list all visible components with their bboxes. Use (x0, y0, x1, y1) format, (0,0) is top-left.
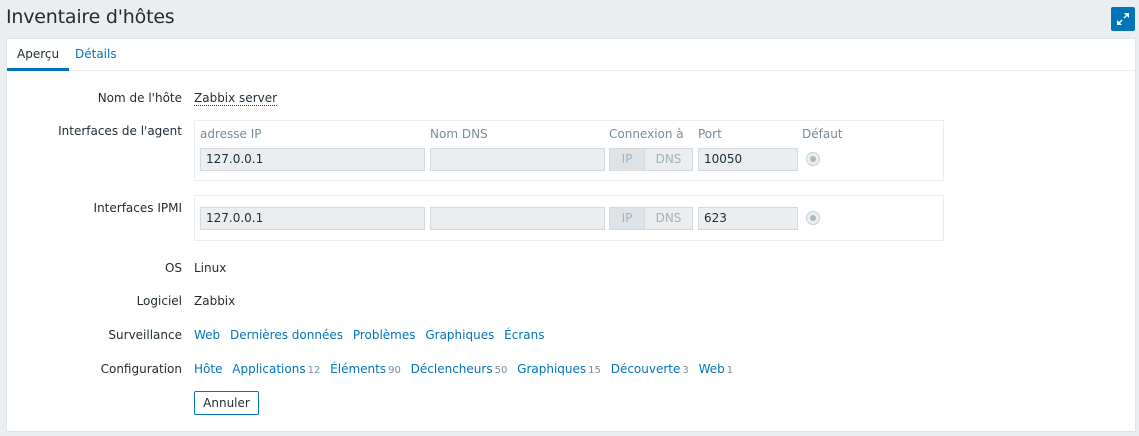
config-count: 12 (307, 365, 321, 376)
tab-overview[interactable]: Aperçu (7, 39, 70, 71)
agent-interfaces-table: adresse IP Nom DNS Connexion à Port Défa… (194, 120, 944, 181)
connect-dns-option[interactable]: DNS (644, 149, 692, 170)
monitoring-link-latest-data[interactable]: Dernières données (230, 328, 343, 342)
config-link-label: Découverte (610, 362, 681, 376)
config-link-applications[interactable]: Applications 12 (232, 362, 320, 376)
connect-ip-option[interactable]: IP (610, 149, 644, 170)
connect-ip-option[interactable]: IP (610, 208, 644, 229)
fullscreen-icon (1117, 13, 1129, 25)
fullscreen-button[interactable] (1111, 7, 1135, 31)
os-label: OS (164, 261, 182, 275)
tab-bar: Aperçu Détails (7, 39, 1135, 71)
software-label: Logiciel (136, 294, 182, 308)
column-header-connect: Connexion à (609, 127, 684, 141)
monitoring-link-web[interactable]: Web (194, 328, 220, 342)
monitoring-links: Web Dernières données Problèmes Graphiqu… (194, 328, 551, 342)
ipmi-connect-toggle[interactable]: IP DNS (609, 207, 693, 230)
tab-details[interactable]: Détails (65, 39, 127, 71)
inventory-card: Aperçu Détails Nom de l'hôte Zabbix serv… (6, 38, 1136, 432)
ipmi-port-field[interactable]: 623 (698, 207, 798, 230)
config-link-triggers[interactable]: Déclencheurs 50 (411, 362, 508, 376)
software-value: Zabbix (194, 294, 236, 308)
monitoring-label: Surveillance (108, 328, 182, 342)
ipmi-default-radio[interactable] (806, 211, 820, 225)
config-count: 90 (388, 365, 401, 376)
column-header-port: Port (698, 127, 722, 141)
config-link-label: Web (698, 362, 725, 376)
cancel-button[interactable]: Annuler (194, 391, 259, 415)
column-header-default: Défaut (802, 127, 843, 141)
monitoring-link-screens[interactable]: Écrans (504, 328, 544, 342)
ipmi-ip-field[interactable]: 127.0.0.1 (200, 207, 425, 230)
monitoring-link-graphs[interactable]: Graphiques (425, 328, 494, 342)
config-link-host[interactable]: Hôte (194, 362, 222, 376)
config-count: 15 (588, 365, 601, 376)
page-title: Inventaire d'hôtes (6, 6, 175, 28)
agent-port-field[interactable]: 10050 (698, 148, 798, 171)
agent-dns-field[interactable] (430, 148, 605, 171)
configuration-links: Hôte Applications 12 Éléments 90 Déclenche… (194, 362, 739, 376)
connect-dns-option[interactable]: DNS (644, 208, 692, 229)
configuration-label: Configuration (100, 362, 182, 376)
config-link-label: Déclencheurs (410, 362, 493, 376)
config-link-label: Éléments (330, 362, 387, 376)
config-count: 3 (682, 365, 689, 376)
os-value: Linux (194, 261, 227, 275)
agent-interfaces-label: Interfaces de l'agent (58, 124, 182, 138)
config-link-web[interactable]: Web 1 (699, 362, 734, 376)
hostname-label: Nom de l'hôte (97, 91, 182, 105)
config-link-items[interactable]: Éléments 90 (330, 362, 401, 376)
config-link-discovery[interactable]: Découverte 3 (611, 362, 689, 376)
monitoring-link-problems[interactable]: Problèmes (353, 328, 416, 342)
config-link-label: Graphiques (517, 362, 587, 376)
agent-ip-field[interactable]: 127.0.0.1 (200, 148, 425, 171)
hostname-value[interactable]: Zabbix server (194, 91, 278, 106)
ipmi-dns-field[interactable] (430, 207, 605, 230)
column-header-dns: Nom DNS (430, 127, 488, 141)
config-count: 50 (494, 365, 508, 376)
config-link-label: Applications (232, 362, 306, 376)
config-link-graphs[interactable]: Graphiques 15 (517, 362, 601, 376)
agent-default-radio[interactable] (806, 152, 820, 166)
config-count: 1 (726, 365, 734, 376)
ipmi-interfaces-label: Interfaces IPMI (93, 201, 182, 215)
agent-connect-toggle[interactable]: IP DNS (609, 148, 693, 171)
column-header-ip: adresse IP (200, 127, 262, 141)
ipmi-interfaces-table: 127.0.0.1 IP DNS 623 (194, 195, 944, 241)
